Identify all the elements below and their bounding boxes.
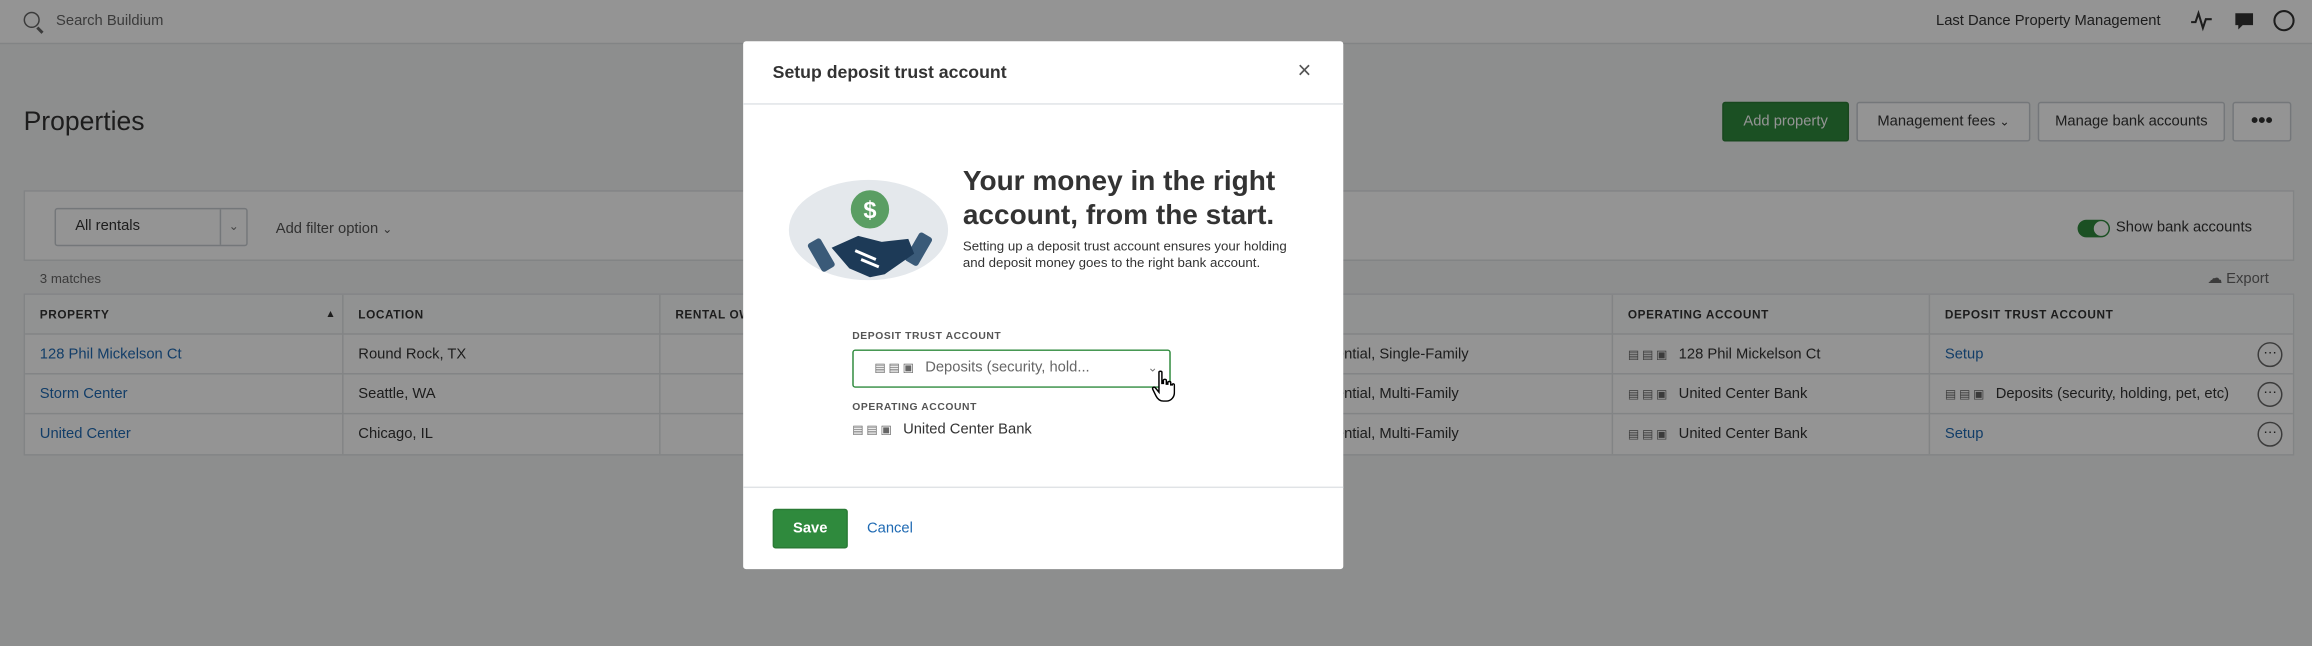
operating-account-name: United Center Bank xyxy=(903,421,1032,438)
dialog-headline: Your money in the right account, from th… xyxy=(962,166,1276,232)
bank-account-icons: ▤▤▣ xyxy=(852,423,895,437)
close-icon[interactable]: × xyxy=(1298,60,1312,84)
deposit-trust-account-select[interactable]: ▤▤▣ Deposits (security, hold... ⌄ xyxy=(852,349,1171,388)
dialog-description: Setting up a deposit trust account ensur… xyxy=(962,238,1287,270)
deposit-trust-account-value: Deposits (security, hold... xyxy=(925,359,1090,376)
handshake-money-illustration: $ xyxy=(787,174,952,289)
setup-deposit-trust-dialog: Setup deposit trust account × $ Your mon… xyxy=(743,41,1344,570)
dialog-title: Setup deposit trust account xyxy=(772,61,1007,83)
operating-account-label: OPERATING ACCOUNT xyxy=(852,402,977,413)
operating-account-value: ▤▤▣ United Center Bank xyxy=(852,422,1032,438)
dollar-sign: $ xyxy=(863,197,876,223)
dialog-header: Setup deposit trust account × xyxy=(743,41,1344,105)
bank-account-icons: ▤▤▣ xyxy=(874,361,917,375)
save-button[interactable]: Save xyxy=(772,508,848,549)
dialog-footer: Save Cancel xyxy=(743,486,1344,570)
chevron-down-icon: ⌄ xyxy=(1147,361,1158,375)
deposit-trust-account-label: DEPOSIT TRUST ACCOUNT xyxy=(852,331,1002,343)
cancel-link[interactable]: Cancel xyxy=(867,520,913,536)
